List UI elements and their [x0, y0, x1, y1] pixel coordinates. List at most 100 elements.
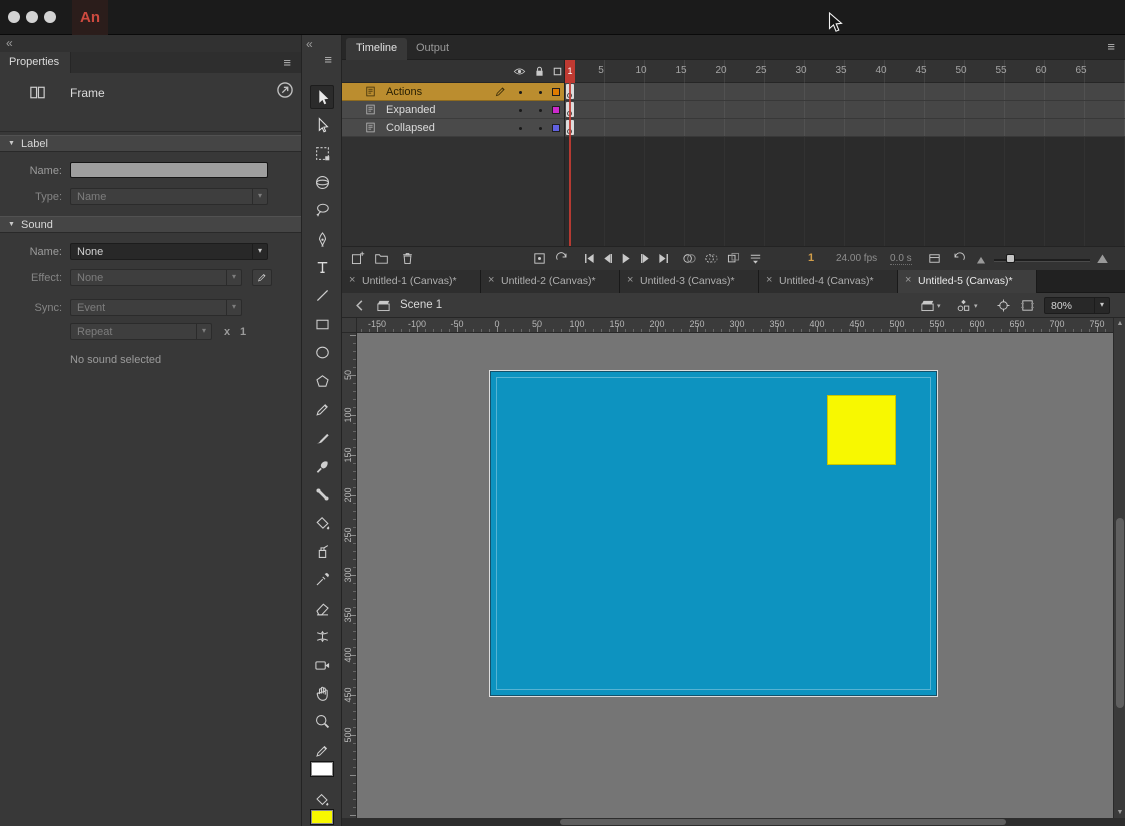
current-frame-marker[interactable]: 1: [565, 60, 575, 83]
label-section-header[interactable]: ▼ Label: [0, 135, 301, 152]
tool-selection[interactable]: [310, 85, 334, 109]
timeline-frame-ruler[interactable]: 15101520253035404550556065: [565, 60, 1125, 83]
document-tab-1[interactable]: ×Untitled-1 (Canvas)*: [342, 270, 481, 293]
zoom-in-timeline-icon[interactable]: [1096, 252, 1109, 265]
collapse-panel-icon[interactable]: «: [0, 35, 13, 52]
repeat-times-value[interactable]: 1: [240, 326, 246, 338]
loop-button[interactable]: [554, 251, 569, 266]
zoom-out-timeline-icon[interactable]: [976, 255, 986, 265]
close-tab-icon[interactable]: ×: [488, 274, 494, 286]
layer-lock-dot[interactable]: [539, 127, 542, 130]
tool-zoom[interactable]: [310, 710, 334, 734]
tool-eyedropper[interactable]: [310, 568, 334, 592]
close-tab-icon[interactable]: ×: [627, 274, 633, 286]
layer-row-expanded[interactable]: Expanded: [342, 101, 565, 119]
timeline-menu-icon[interactable]: ≡: [1107, 39, 1115, 54]
tool-text[interactable]: [310, 255, 334, 279]
tool-width[interactable]: [310, 625, 334, 649]
edit-scene-button[interactable]: [920, 298, 935, 313]
go-to-first-frame-button[interactable]: [582, 251, 597, 266]
edit-symbols-dropdown-icon[interactable]: ▾: [974, 302, 978, 310]
layer-outline-color-chip[interactable]: [552, 124, 560, 132]
tab-output[interactable]: Output: [406, 38, 459, 60]
timeline-zoom-slider-thumb[interactable]: [1006, 254, 1015, 263]
tool-line[interactable]: [310, 284, 334, 308]
sound-repeat-dropdown[interactable]: Repeat ▾: [70, 323, 212, 340]
new-folder-button[interactable]: [374, 251, 389, 266]
onion-skin-button[interactable]: [682, 251, 697, 266]
timeline-frames-empty-area[interactable]: [565, 137, 1125, 246]
tool-3d-rotation[interactable]: [310, 170, 334, 194]
reset-timeline-zoom-button[interactable]: [952, 251, 967, 266]
step-back-button[interactable]: [600, 251, 615, 266]
tool-rectangle[interactable]: [310, 312, 334, 336]
scroll-up-icon[interactable]: ▲: [1114, 320, 1125, 327]
edit-scene-dropdown-icon[interactable]: ▾: [937, 302, 941, 310]
fill-color-swatch[interactable]: [310, 809, 334, 825]
layer-lock-dot[interactable]: [539, 109, 542, 112]
tab-properties[interactable]: Properties: [0, 52, 71, 73]
close-tab-icon[interactable]: ×: [766, 274, 772, 286]
go-to-last-frame-button[interactable]: [656, 251, 671, 266]
layer-visibility-dot[interactable]: [519, 91, 522, 94]
tool-paint-bucket[interactable]: [310, 511, 334, 535]
back-button[interactable]: [352, 298, 367, 313]
delete-layer-button[interactable]: [400, 251, 415, 266]
layer-visibility-dot[interactable]: [519, 109, 522, 112]
play-button[interactable]: [618, 251, 633, 266]
layer-frames-row[interactable]: [565, 101, 1125, 119]
yellow-rectangle[interactable]: [827, 395, 896, 465]
edit-symbols-button[interactable]: [956, 298, 971, 313]
document-tab-3[interactable]: ×Untitled-3 (Canvas)*: [620, 270, 759, 293]
tool-bone[interactable]: [310, 483, 334, 507]
close-tab-icon[interactable]: ×: [349, 274, 355, 286]
tool-pencil[interactable]: [310, 397, 334, 421]
tab-timeline[interactable]: Timeline: [346, 38, 407, 60]
sound-effect-dropdown[interactable]: None ▾: [70, 269, 242, 286]
close-tab-icon[interactable]: ×: [905, 274, 911, 286]
onion-skin-outlines-button[interactable]: [704, 251, 719, 266]
tool-paint-brush[interactable]: [310, 426, 334, 450]
layer-row-collapsed[interactable]: Collapsed: [342, 119, 565, 137]
window-minimize-button[interactable]: [26, 11, 38, 23]
layer-frames-row[interactable]: [565, 119, 1125, 137]
tool-polystar[interactable]: [310, 369, 334, 393]
lock-all-layers-icon[interactable]: [533, 65, 546, 78]
show-hide-all-layers-icon[interactable]: [513, 65, 526, 78]
tool-oval[interactable]: [310, 341, 334, 365]
layer-row-actions[interactable]: Actions: [342, 83, 565, 101]
vertical-scrollbar[interactable]: ▲ ▼: [1113, 318, 1125, 818]
sound-sync-dropdown[interactable]: Event ▾: [70, 299, 242, 316]
elapsed-time-field[interactable]: 0.0 s: [890, 253, 912, 265]
current-frame-field[interactable]: 1: [798, 252, 824, 264]
outline-all-layers-icon[interactable]: [551, 65, 564, 78]
vertical-scrollbar-thumb[interactable]: [1116, 518, 1124, 708]
window-close-button[interactable]: [8, 11, 20, 23]
collapse-tools-icon[interactable]: «: [306, 37, 313, 51]
properties-menu-icon[interactable]: ≡: [283, 55, 291, 70]
new-layer-button[interactable]: [350, 251, 365, 266]
sound-name-dropdown[interactable]: None ▾: [70, 243, 268, 260]
frame-rate-field[interactable]: 24.00 fps: [836, 253, 877, 264]
label-type-dropdown[interactable]: Name ▾: [70, 188, 268, 205]
modify-markers-button[interactable]: [748, 251, 763, 266]
tool-ink-bottle[interactable]: [310, 539, 334, 563]
center-frame-button[interactable]: [532, 251, 547, 266]
stage[interactable]: [490, 371, 937, 696]
step-forward-button[interactable]: [638, 251, 653, 266]
label-name-input[interactable]: [70, 162, 268, 178]
tool-subselection[interactable]: [310, 113, 334, 137]
document-tab-2[interactable]: ×Untitled-2 (Canvas)*: [481, 270, 620, 293]
pasteboard[interactable]: [357, 333, 1113, 818]
window-zoom-button[interactable]: [44, 11, 56, 23]
layer-lock-dot[interactable]: [539, 91, 542, 94]
layer-frames-row[interactable]: [565, 83, 1125, 101]
tool-eraser[interactable]: [310, 596, 334, 620]
layer-outline-color-chip[interactable]: [552, 106, 560, 114]
tool-camera[interactable]: [310, 653, 334, 677]
scroll-down-icon[interactable]: ▼: [1114, 809, 1125, 816]
zoom-level-dropdown[interactable]: 80% ▾: [1044, 297, 1110, 314]
tool-lasso[interactable]: [310, 199, 334, 223]
edit-multiple-frames-button[interactable]: [726, 251, 741, 266]
frame-view-button[interactable]: [927, 251, 942, 266]
